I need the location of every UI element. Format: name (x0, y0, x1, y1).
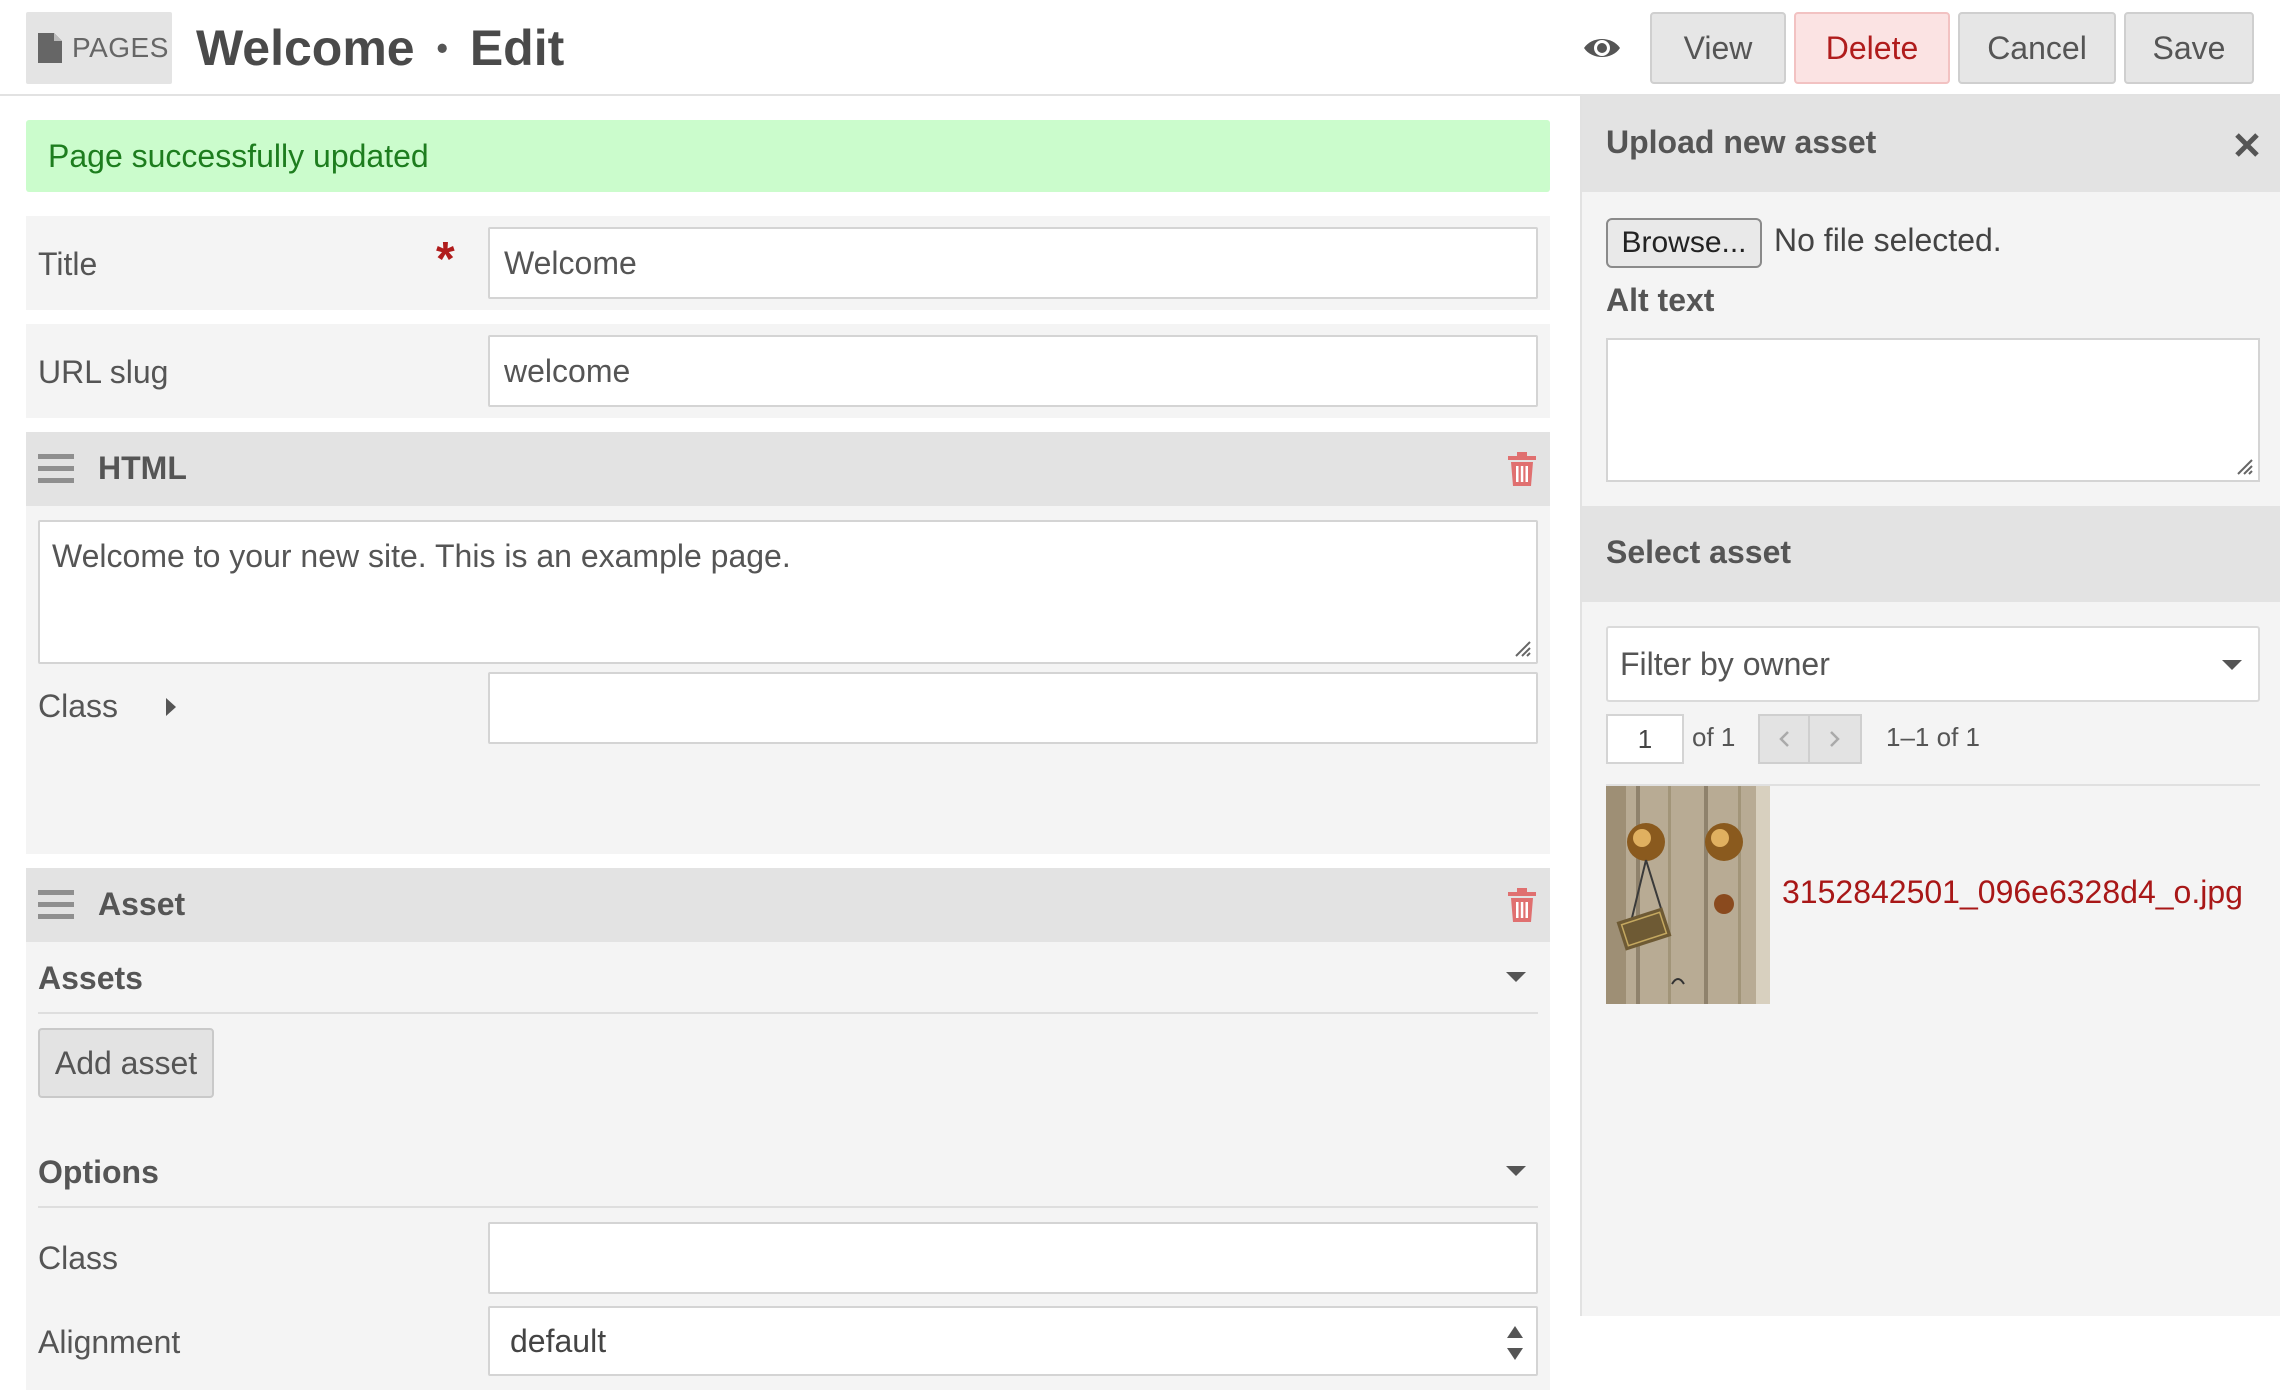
view-button[interactable]: View (1650, 12, 1786, 84)
owner-filter-select[interactable]: Filter by owner (1606, 626, 2260, 702)
divider (38, 1012, 1538, 1014)
resize-grip-icon[interactable] (2232, 454, 2254, 476)
asset-class-input[interactable] (488, 1222, 1538, 1294)
asset-sidebar: Upload new asset Browse... No file selec… (1580, 96, 2280, 1316)
upload-asset-header: Upload new asset (1582, 96, 2280, 192)
chevron-right-icon (1830, 731, 1840, 747)
asset-filename-link[interactable]: 3152842501_096e6328d4_o.jpg (1782, 874, 2243, 911)
eye-icon[interactable] (1582, 34, 1622, 62)
browse-file-button[interactable]: Browse... (1606, 218, 1762, 268)
asset-block-header: Asset (26, 868, 1550, 942)
select-arrows-icon (1507, 1326, 1523, 1360)
upload-asset-title: Upload new asset (1606, 124, 1877, 160)
title-input[interactable]: Welcome (488, 227, 1538, 299)
door-image (1606, 786, 1770, 1004)
save-button[interactable]: Save (2124, 12, 2254, 84)
trash-icon[interactable] (1508, 452, 1536, 486)
trash-icon[interactable] (1508, 888, 1536, 922)
page-number-input[interactable]: 1 (1606, 714, 1684, 764)
html-block-header: HTML (26, 432, 1550, 506)
html-class-label: Class (38, 688, 119, 724)
prev-page-button[interactable] (1758, 714, 1810, 764)
drag-handle-icon[interactable] (38, 452, 74, 486)
options-section-label: Options (38, 1154, 159, 1190)
next-page-button[interactable] (1810, 714, 1862, 764)
collapse-caret-icon[interactable] (1506, 972, 1526, 982)
expand-caret-icon[interactable] (166, 698, 176, 716)
pages-breadcrumb[interactable]: PAGES (26, 12, 172, 84)
slug-input[interactable]: welcome (488, 335, 1538, 407)
page-total: of 1 (1692, 722, 1736, 752)
pagination-controls (1758, 714, 1862, 764)
pages-label: PAGES (72, 32, 169, 63)
document-icon (38, 33, 62, 63)
page-title-name: Welcome (196, 20, 415, 76)
page-title: Welcome • Edit (196, 18, 564, 78)
html-class-input[interactable] (488, 672, 1538, 744)
slug-label: URL slug (38, 354, 169, 390)
alt-text-label: Alt text (1606, 282, 1715, 318)
alignment-value: default (510, 1322, 607, 1359)
html-content-editor[interactable]: Welcome to your new site. This is an exa… (38, 520, 1538, 664)
alignment-select[interactable]: default (488, 1306, 1538, 1376)
alignment-label: Alignment (38, 1324, 181, 1360)
asset-block-body: Assets Add asset Options Class Alignment… (26, 942, 1550, 1390)
top-bar: PAGES Welcome • Edit View Delete Cancel … (0, 0, 2280, 96)
html-content-text: Welcome to your new site. This is an exa… (52, 538, 791, 574)
slug-field-row: URL slug welcome (26, 324, 1550, 418)
result-range: 1–1 of 1 (1886, 722, 1980, 752)
resize-grip-icon[interactable] (1510, 636, 1532, 658)
select-asset-header: Select asset (1582, 506, 2280, 602)
assets-section-label: Assets (38, 960, 143, 996)
collapse-caret-icon[interactable] (1506, 1166, 1526, 1176)
drag-handle-icon[interactable] (38, 888, 74, 922)
select-asset-title: Select asset (1606, 534, 1792, 570)
asset-thumbnail[interactable] (1606, 786, 1770, 1004)
chevron-down-icon (2222, 660, 2242, 670)
asset-class-label: Class (38, 1240, 119, 1276)
page-editor: Page successfully updated Title * Welcom… (0, 96, 1580, 1390)
title-separator: • (436, 29, 448, 66)
add-asset-button[interactable]: Add asset (38, 1028, 214, 1098)
delete-button[interactable]: Delete (1794, 12, 1950, 84)
title-field-row: Title * Welcome (26, 216, 1550, 310)
page-title-mode: Edit (469, 20, 565, 76)
alt-text-input[interactable] (1606, 338, 2260, 482)
divider (38, 1206, 1538, 1208)
chevron-left-icon (1779, 731, 1789, 747)
asset-block-title: Asset (98, 886, 186, 922)
cancel-button[interactable]: Cancel (1958, 12, 2116, 84)
title-label: Title (38, 246, 98, 282)
required-marker: * (436, 233, 455, 286)
close-icon[interactable] (2234, 132, 2260, 158)
html-block-title: HTML (98, 450, 187, 486)
owner-filter-placeholder: Filter by owner (1620, 645, 1830, 682)
html-block-body: Welcome to your new site. This is an exa… (26, 506, 1550, 854)
file-status-text: No file selected. (1774, 222, 2002, 258)
success-message: Page successfully updated (26, 120, 1550, 192)
